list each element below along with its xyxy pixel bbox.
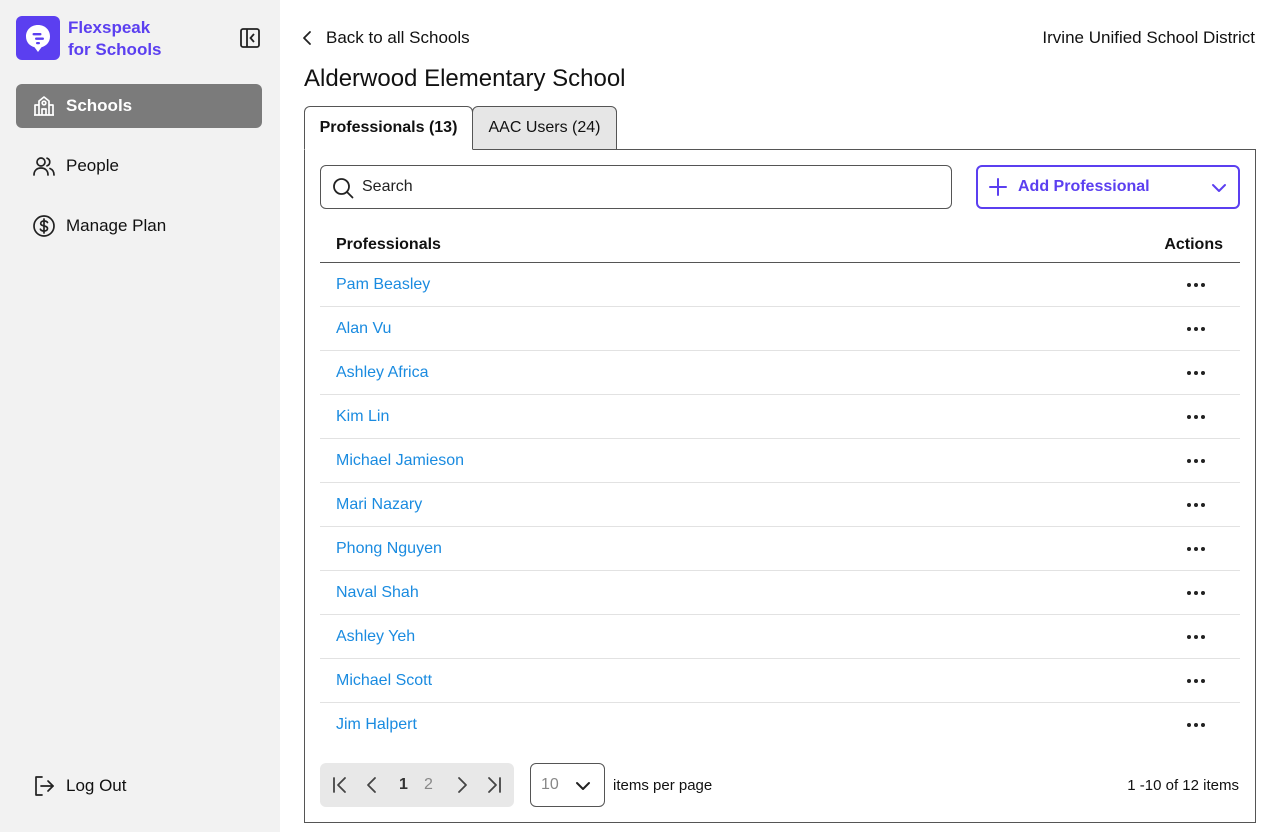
items-per-page-select[interactable]: 10: [530, 763, 605, 807]
professional-name-link[interactable]: Phong Nguyen: [336, 540, 442, 558]
sidebar-item-label: People: [66, 156, 119, 175]
brand-name: Flexspeak for Schools: [68, 17, 162, 61]
collapse-sidebar-icon[interactable]: [238, 26, 262, 50]
items-count: 1 -10 of 12 items: [1127, 777, 1239, 794]
chevron-down-icon: [574, 777, 592, 795]
pagination: 1 2: [320, 763, 514, 807]
professional-name-link[interactable]: Mari Nazary: [336, 496, 422, 514]
professional-name-link[interactable]: Michael Jamieson: [336, 452, 464, 470]
table-row: Jim Halpert: [320, 703, 1240, 747]
chevron-down-icon: [1210, 179, 1228, 197]
chevron-left-icon: [300, 30, 316, 46]
tab-aac-users[interactable]: AAC Users (24): [472, 106, 617, 150]
first-page-icon[interactable]: [330, 775, 350, 795]
table-row: Michael Scott: [320, 659, 1240, 703]
more-actions-icon[interactable]: [1184, 670, 1208, 692]
sidebar-item-label: Schools: [66, 96, 133, 115]
column-header-professionals: Professionals: [336, 236, 441, 253]
professional-name-link[interactable]: Naval Shah: [336, 584, 419, 602]
more-actions-icon[interactable]: [1184, 538, 1208, 560]
back-link-label: Back to all Schools: [326, 28, 470, 47]
more-actions-icon[interactable]: [1184, 362, 1208, 384]
table-row: Phong Nguyen: [320, 527, 1240, 571]
tab-professionals[interactable]: Professionals (13): [304, 106, 473, 150]
table-row: Naval Shah: [320, 571, 1240, 615]
more-actions-icon[interactable]: [1184, 406, 1208, 428]
flexspeak-logo-icon: [16, 16, 60, 60]
search-icon: [332, 177, 354, 199]
brand-line-1: Flexspeak: [68, 18, 151, 37]
table-row: Mari Nazary: [320, 483, 1240, 527]
plus-icon: [988, 177, 1008, 197]
more-actions-icon[interactable]: [1184, 450, 1208, 472]
people-icon: [32, 154, 56, 178]
more-actions-icon[interactable]: [1184, 582, 1208, 604]
more-actions-icon[interactable]: [1184, 714, 1208, 736]
items-per-page-value: 10: [541, 776, 559, 793]
column-header-actions: Actions: [1164, 236, 1223, 253]
page-title: Alderwood Elementary School: [304, 65, 626, 92]
add-professional-label: Add Professional: [1018, 178, 1150, 195]
table-row: Pam Beasley: [320, 263, 1240, 307]
dollar-circle-icon: [32, 214, 56, 238]
add-professional-button[interactable]: Add Professional: [976, 165, 1240, 209]
page-1-button[interactable]: 1: [399, 776, 408, 794]
more-actions-icon[interactable]: [1184, 318, 1208, 340]
logout-icon: [32, 774, 56, 798]
brand-line-2: for Schools: [68, 40, 162, 59]
next-page-icon[interactable]: [452, 775, 472, 795]
sidebar: Flexspeak for Schools Schools People Man…: [0, 0, 280, 832]
page-2-button[interactable]: 2: [424, 776, 433, 794]
district-name: Irvine Unified School District: [1042, 28, 1255, 47]
logout-label: Log Out: [66, 776, 127, 795]
table-row: Michael Jamieson: [320, 439, 1240, 483]
search-box: [320, 165, 952, 209]
table-row: Ashley Africa: [320, 351, 1240, 395]
professional-name-link[interactable]: Ashley Yeh: [336, 628, 415, 646]
sidebar-item-schools[interactable]: Schools: [16, 84, 262, 128]
items-per-page-label: items per page: [613, 777, 713, 794]
professional-name-link[interactable]: Kim Lin: [336, 408, 389, 426]
previous-page-icon[interactable]: [362, 775, 382, 795]
last-page-icon[interactable]: [484, 775, 504, 795]
table-row: Kim Lin: [320, 395, 1240, 439]
more-actions-icon[interactable]: [1184, 494, 1208, 516]
sidebar-item-people[interactable]: People: [16, 144, 262, 188]
professionals-list: Pam Beasley Alan Vu Ashley Africa Kim Li…: [320, 263, 1240, 747]
more-actions-icon[interactable]: [1184, 274, 1208, 296]
professional-name-link[interactable]: Ashley Africa: [336, 364, 428, 382]
search-input[interactable]: [362, 166, 942, 208]
more-actions-icon[interactable]: [1184, 626, 1208, 648]
back-link[interactable]: Back to all Schools: [300, 26, 470, 50]
professional-name-link[interactable]: Alan Vu: [336, 320, 391, 338]
logout-button[interactable]: Log Out: [16, 764, 262, 808]
professional-name-link[interactable]: Jim Halpert: [336, 716, 417, 734]
table-row: Ashley Yeh: [320, 615, 1240, 659]
sidebar-item-manage-plan[interactable]: Manage Plan: [16, 204, 262, 248]
professional-name-link[interactable]: Michael Scott: [336, 672, 432, 690]
school-icon: [32, 94, 56, 118]
sidebar-item-label: Manage Plan: [66, 216, 167, 235]
professional-name-link[interactable]: Pam Beasley: [336, 276, 430, 294]
table-row: Alan Vu: [320, 307, 1240, 351]
